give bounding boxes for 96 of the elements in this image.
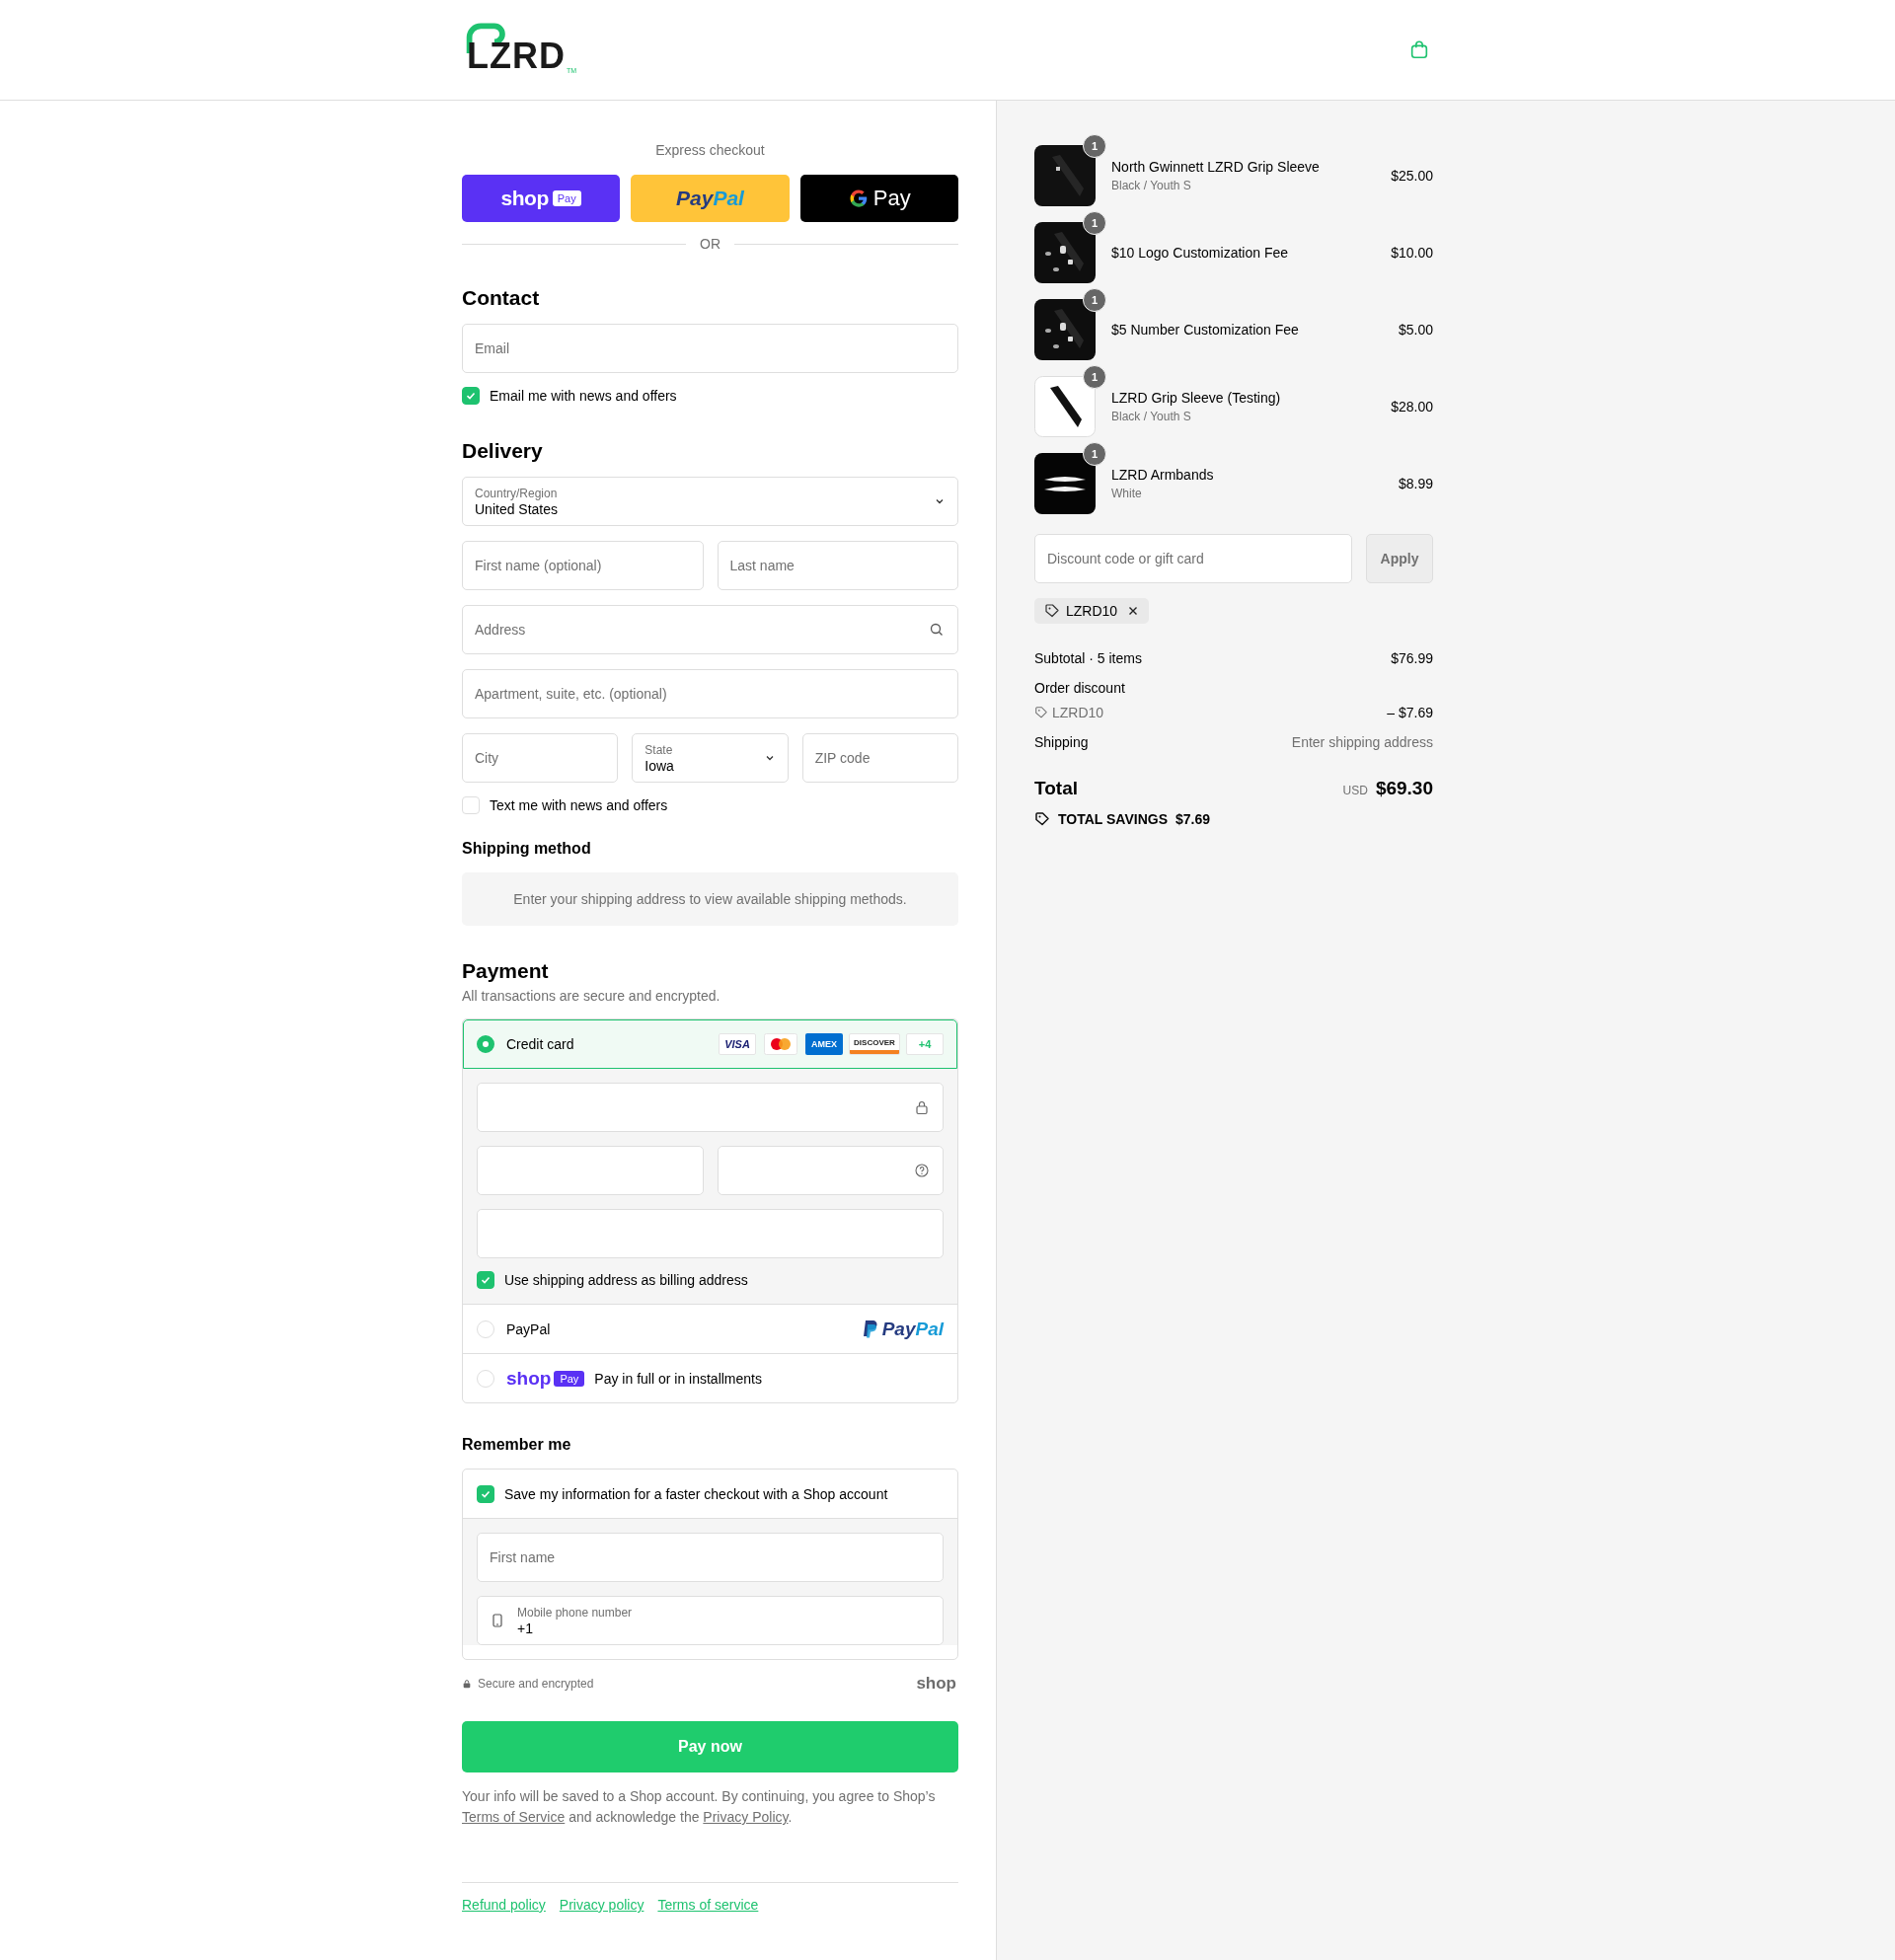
payment-option[interactable]: PayPal PayPal [463,1304,957,1353]
shipping-label: Shipping [1034,734,1089,750]
product-variant: Black / Youth S [1111,410,1192,423]
first-name-field[interactable]: First name [477,1533,944,1582]
google-pay-button[interactable]: Pay [799,175,958,222]
product-name: $5 Number Customization Fee [1111,322,1300,338]
amex-logo: AMEX [805,1033,843,1055]
shopping-bag-icon[interactable] [1408,38,1430,60]
shop-logo: shop [916,1674,956,1694]
checkbox-label: Email me with news and offers [490,388,677,404]
product-name: LZRD Armbands [1111,467,1215,483]
paypal-p-icon [862,1319,878,1339]
checkbox[interactable] [477,1484,494,1503]
paypal-button[interactable]: PayPal [631,175,790,222]
currency-code: USD [1342,784,1368,797]
last-name-field[interactable]: Last name [717,541,958,590]
section-heading: Payment [462,959,550,983]
order-discount-label: Order discount [1034,680,1125,696]
email-field[interactable]: Email [462,324,958,373]
subtotal-label: Subtotal · 5 items [1034,650,1142,666]
name-on-card-field[interactable] [477,1209,944,1258]
product-variant: Black / Youth S [1111,179,1192,192]
section-heading: Remember me [462,1436,572,1454]
search-icon [929,622,945,638]
product-price: $25.00 [1391,168,1433,184]
legal-notice: Your info will be saved to a Shop account. By continuing, you agree to Shop’s Terms of Service and acknowledge the Privacy Policy. [462,1787,937,1827]
product-variant: White [1111,487,1143,500]
close-icon[interactable] [1127,605,1140,617]
more-cards-badge: +4 [906,1033,944,1055]
subtotal-value: $76.99 [1391,650,1433,666]
city-field[interactable]: City [462,733,619,783]
total-label: Total [1034,778,1078,799]
state-select[interactable]: State Iowa [632,733,789,783]
shop-pay-logo: shop Pay [506,1367,585,1390]
lock-icon [914,1099,930,1115]
payment-option[interactable]: Credit card VISA AMEX DISCOVER +4 [463,1019,957,1069]
checkbox[interactable] [462,387,480,405]
paypal-logo: PayPal [881,1318,944,1340]
tag-icon [1034,811,1050,827]
discount-amount: – $7.69 [1387,705,1433,720]
lock-icon [462,1679,472,1689]
quantity-badge: 1 [1083,211,1106,235]
savings-amount: $7.69 [1175,811,1211,827]
section-heading: Contact [462,286,541,310]
quantity-badge: 1 [1083,134,1106,158]
apartment-field[interactable]: Apartment, suite, etc. (optional) [462,669,958,718]
visa-logo: VISA [719,1033,756,1055]
section-heading: Shipping method [462,840,592,858]
product-name: $10 Logo Customization Fee [1111,245,1289,261]
shipping-value: Enter shipping address [1291,734,1433,750]
checkbox-label: Text me with news and offers [490,797,668,813]
divider-label: OR [700,236,720,252]
expiration-field[interactable] [477,1146,704,1195]
address-field[interactable]: Address [462,605,958,654]
checkbox[interactable] [477,1271,494,1289]
zip-field[interactable]: ZIP code [801,733,958,783]
security-code-field[interactable] [717,1146,944,1195]
product-price: $28.00 [1391,399,1433,415]
payment-option[interactable]: shop Pay Pay in full or in installments [463,1353,957,1402]
discover-logo: DISCOVER [849,1033,900,1055]
help-icon [914,1163,930,1178]
tag-icon [1034,706,1048,719]
legal-link[interactable]: Terms of Service [462,1809,566,1825]
secure-note: Secure and encrypted [478,1677,594,1691]
payment-subtitle: All transactions are secure and encrypted. [462,988,721,1004]
card-number-field[interactable] [477,1083,944,1132]
check-icon [465,390,477,402]
payment-option-label: PayPal [506,1320,551,1337]
quantity-badge: 1 [1083,442,1106,466]
product-price: $5.00 [1398,322,1433,338]
total-amount: $69.30 [1375,778,1433,799]
first-name-field[interactable]: First name (optional) [462,541,704,590]
checkbox-label: Use shipping address as billing address [504,1272,748,1288]
savings-label: TOTAL SAVINGS [1058,811,1168,827]
mastercard-logo [762,1033,799,1055]
payment-option-label: Credit card [506,1036,574,1052]
country-select[interactable]: Country/Region United States [462,477,958,526]
section-heading: Delivery [462,439,544,463]
checkbox-label: Save my information for a faster checkout with a Shop account [504,1485,888,1502]
product-name: North Gwinnett LZRD Grip Sleeve [1111,159,1321,175]
payment-option-label: Pay in full or in installments [594,1370,762,1387]
discount-code: LZRD10 [1066,603,1118,619]
quantity-badge: 1 [1083,365,1106,389]
radio-button[interactable] [477,1035,494,1053]
product-price: $10.00 [1391,245,1433,261]
phone-field[interactable]: Mobile phone number +1 [477,1596,944,1645]
quantity-badge: 1 [1083,288,1106,312]
shop-pay-button[interactable]: shop Pay [462,175,621,222]
tag-icon [1044,603,1060,619]
express-checkout-title: Express checkout [654,142,766,158]
product-name: LZRD Grip Sleeve (Testing) [1111,390,1282,406]
phone-icon [490,1613,505,1628]
check-icon [480,1274,492,1286]
discount-code: LZRD10 [1052,705,1104,720]
product-price: $8.99 [1398,476,1433,491]
shipping-notice: Enter your shipping address to view available shipping methods. [462,872,958,926]
